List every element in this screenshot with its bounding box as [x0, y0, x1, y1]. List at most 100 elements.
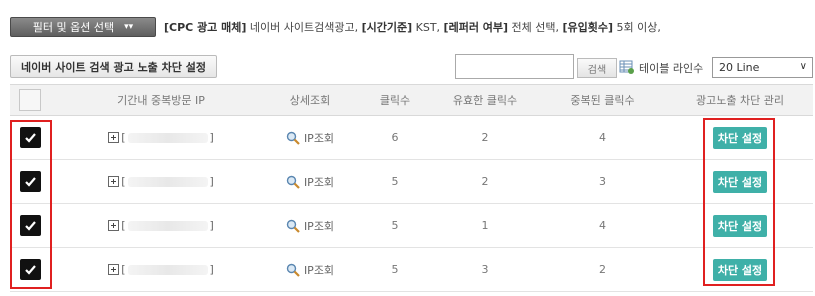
filter-value-media: 네이버 사이트검색광고, — [246, 21, 362, 34]
ip-wrap: [ ] — [108, 175, 214, 188]
valid-clicks-value: 3 — [481, 263, 489, 276]
ip-bracket-close: ] — [209, 219, 214, 232]
filter-value-referrer: 전체 선택, — [508, 21, 563, 34]
expand-plus-icon[interactable] — [108, 220, 120, 231]
header-valid-clicks: 유효한 클릭수 — [452, 94, 518, 107]
checkmark-icon — [24, 265, 36, 275]
ip-lookup-label: IP조회 — [303, 219, 335, 233]
magnifier-icon — [286, 175, 300, 189]
duplicate-clicks-value: 2 — [599, 263, 606, 276]
block-setting-button[interactable]: 차단 설정 — [712, 126, 768, 149]
table-rows-label: 테이블 라인수 — [639, 62, 704, 75]
duplicate-clicks-value: 4 — [599, 219, 606, 232]
ip-lookup-label: IP조회 — [303, 131, 335, 145]
valid-clicks-value: 2 — [481, 175, 489, 188]
ip-cell: [ ] — [50, 204, 272, 247]
search-input[interactable] — [455, 54, 574, 79]
ip-lookup-label: IP조회 — [303, 175, 335, 189]
checkmark-icon — [24, 133, 36, 143]
ip-lookup-link[interactable]: IP조회 — [286, 174, 334, 190]
filter-label-media: [CPC 광고 매체] — [164, 21, 247, 34]
filter-value-visits: 5회 이상, — [613, 21, 661, 34]
header-detail: 상세조회 — [289, 94, 331, 107]
ip-lookup-link[interactable]: IP조회 — [286, 218, 334, 234]
checkmark-icon — [24, 221, 36, 231]
clicks-value: 5 — [391, 219, 399, 232]
ip-cell: [ ] — [50, 116, 272, 159]
clicks-value: 5 — [391, 175, 399, 188]
search-button[interactable]: 검색 — [577, 58, 617, 78]
header-checkbox-cell — [10, 85, 50, 115]
filter-options-button[interactable]: 필터 및 옵션 선택 ▾▾ — [10, 17, 156, 37]
block-cell: 차단 설정 — [690, 116, 790, 159]
table-header: 기간내 중복방문 IP 상세조회 클릭수 유효한 클릭수 중복된 클릭수 광고노… — [10, 84, 813, 116]
valid-clicks-value: 1 — [481, 219, 489, 232]
detail-cell: IP조회 — [260, 160, 360, 203]
row-checkbox[interactable] — [19, 259, 41, 280]
header-clicks: 클릭수 — [379, 94, 411, 107]
detail-cell: IP조회 — [260, 204, 360, 247]
row-checkbox-cell — [10, 160, 50, 203]
ip-cell: [ ] — [50, 160, 272, 203]
filter-label-visits: [유입횟수] — [562, 21, 614, 34]
rows-select-value: 20 Line — [719, 61, 760, 74]
ip-redacted — [127, 264, 208, 275]
ip-bracket-close: ] — [209, 175, 214, 188]
valid-clicks-value: 2 — [481, 131, 489, 144]
header-ip: 기간내 중복방문 IP — [117, 94, 205, 107]
header-block-management: 광고노출 차단 관리 — [696, 94, 784, 107]
ip-bracket-open: [ — [121, 263, 126, 276]
magnifier-icon — [286, 263, 300, 277]
ip-wrap: [ ] — [108, 263, 214, 276]
ip-redacted — [127, 132, 208, 143]
filter-label-referrer: [레퍼러 여부] — [443, 21, 509, 34]
ip-cell: [ ] — [50, 248, 272, 291]
table-row: [ ] IP조회 6 2 4 차단 설정 — [10, 116, 813, 160]
chevron-down-icon: ∨ — [799, 61, 807, 72]
ip-bracket-open: [ — [121, 219, 126, 232]
expand-plus-icon[interactable] — [108, 132, 120, 143]
expand-plus-icon[interactable] — [108, 264, 120, 275]
ip-redacted — [127, 176, 208, 187]
magnifier-icon — [286, 131, 300, 145]
clicks-value: 5 — [391, 263, 399, 276]
ip-bracket-close: ] — [209, 131, 214, 144]
row-checkbox[interactable] — [19, 127, 41, 148]
block-cell: 차단 설정 — [690, 204, 790, 247]
table-row: [ ] IP조회 5 2 3 차단 설정 — [10, 160, 813, 204]
detail-cell: IP조회 — [260, 248, 360, 291]
ip-wrap: [ ] — [108, 131, 214, 144]
duplicate-clicks-value: 4 — [599, 131, 606, 144]
detail-cell: IP조회 — [260, 116, 360, 159]
magnifier-icon — [286, 219, 300, 233]
ip-bracket-open: [ — [121, 175, 126, 188]
row-checkbox[interactable] — [19, 171, 41, 192]
block-setting-button[interactable]: 차단 설정 — [712, 214, 768, 237]
clicks-value: 6 — [391, 131, 399, 144]
ip-lookup-link[interactable]: IP조회 — [286, 262, 334, 278]
filter-value-time: KST, — [412, 21, 444, 34]
block-cell: 차단 설정 — [690, 248, 790, 291]
chevron-down-icon: ▾▾ — [124, 22, 134, 32]
ip-redacted — [127, 220, 208, 231]
filter-label-time: [시간기준] — [361, 21, 413, 34]
table-row: [ ] IP조회 5 1 4 차단 설정 — [10, 204, 813, 248]
filter-button-label: 필터 및 옵션 선택 — [32, 21, 115, 34]
rows-per-page-select[interactable]: 20 Line ∨ — [712, 57, 813, 78]
row-checkbox-cell — [10, 248, 50, 291]
naver-ad-block-settings-button[interactable]: 네이버 사이트 검색 광고 노출 차단 설정 — [10, 55, 217, 78]
duplicate-ip-table: 기간내 중복방문 IP 상세조회 클릭수 유효한 클릭수 중복된 클릭수 광고노… — [10, 84, 813, 292]
ip-lookup-label: IP조회 — [303, 263, 335, 277]
block-cell: 차단 설정 — [690, 160, 790, 203]
block-setting-button[interactable]: 차단 설정 — [712, 170, 768, 193]
table-settings-icon[interactable] — [619, 59, 635, 75]
expand-plus-icon[interactable] — [108, 176, 120, 187]
ip-wrap: [ ] — [108, 219, 214, 232]
filter-summary: [CPC 광고 매체] 네이버 사이트검색광고, [시간기준] KST, [레퍼… — [164, 19, 661, 35]
row-checkbox[interactable] — [19, 215, 41, 236]
ip-lookup-link[interactable]: IP조회 — [286, 130, 334, 146]
ip-bracket-close: ] — [209, 263, 214, 276]
select-all-checkbox[interactable] — [19, 89, 41, 111]
block-setting-button[interactable]: 차단 설정 — [712, 258, 768, 281]
filter-bar: 필터 및 옵션 선택 ▾▾ [CPC 광고 매체] 네이버 사이트검색광고, [… — [10, 16, 661, 38]
